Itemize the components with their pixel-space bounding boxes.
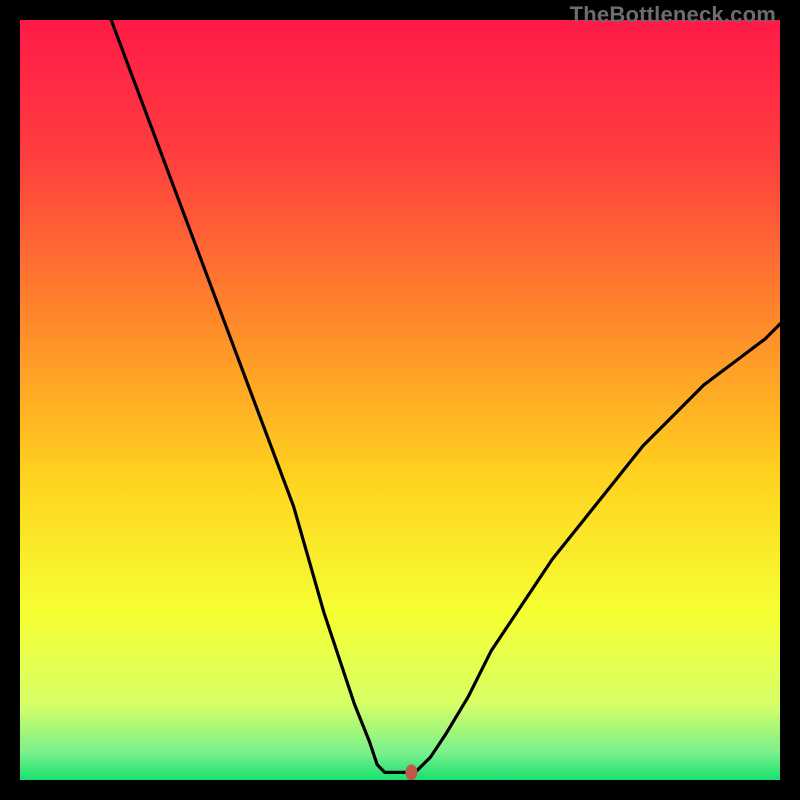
chart-frame: [20, 20, 780, 780]
gradient-background: [20, 20, 780, 780]
optimal-point-marker: [405, 764, 417, 780]
watermark-text: TheBottleneck.com: [570, 2, 776, 28]
bottleneck-chart: [20, 20, 780, 780]
